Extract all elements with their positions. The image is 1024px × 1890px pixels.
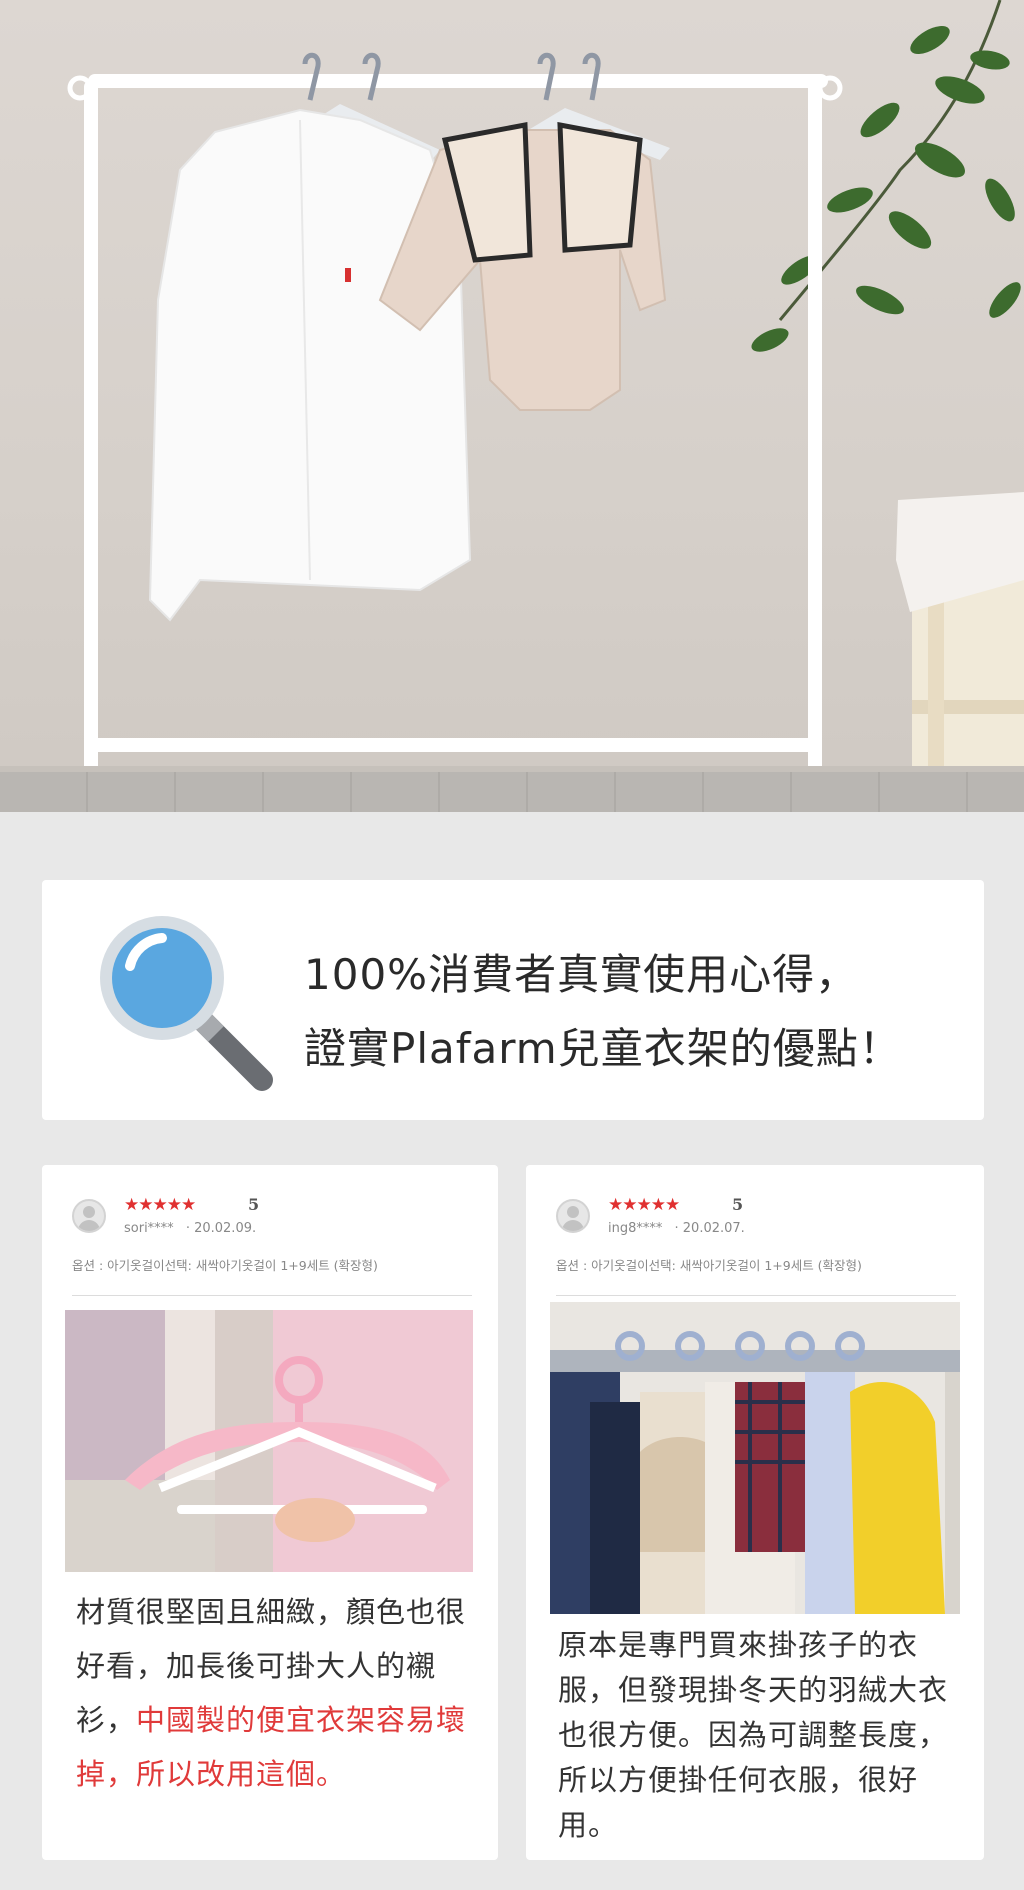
rating-score: 5 [248,1195,260,1214]
review-header: ★★★★★ 5 ing8**** · 20.02.07. 옵션 : 아기옷걸이선… [556,1191,956,1311]
plant [751,0,1021,352]
intro-card: 100%消費者真實使用心得， 證實Plafarm兒童衣架的優點！ [42,880,984,1120]
intro-headline-line1: 100%消費者真實使用心得， [304,950,859,999]
avatar [556,1199,590,1233]
purchase-option: 옵션 : 아기옷걸이선택: 새싹아기옷걸이 1+9세트 (확장형) [72,1258,378,1273]
intro-headline-line2: 證實Plafarm兒童衣架的優點！ [304,1024,902,1073]
review-card: ★★★★★ 5 ing8**** · 20.02.07. 옵션 : 아기옷걸이선… [526,1165,984,1860]
review-date: · 20.02.07. [674,1221,745,1236]
divider [72,1295,472,1296]
avatar [72,1199,106,1233]
white-shirt [148,108,472,622]
review-text: 原本是專門買來掛孩子的衣服，但發現掛冬天的羽絨大衣也很方便。因為可調整長度，所以… [558,1628,949,1842]
review-header: ★★★★★ 5 sori**** · 20.02.09. 옵션 : 아기옷걸이선… [72,1191,472,1311]
closet-photo [550,1302,960,1614]
review-date: · 20.02.09. [185,1221,257,1236]
side-table [896,492,1024,772]
floor [0,772,1024,812]
divider [556,1295,956,1296]
review-photo [550,1302,960,1614]
star-rating: ★★★★★ [124,1195,196,1215]
star-rating: ★★★★★ [608,1195,680,1215]
review-meta: ing8**** · 20.02.07. [608,1221,745,1236]
magnifier-icon [100,916,273,1091]
review-text: 材質很堅固且細緻，顏色也很好看，加長後可掛大人的襯衫，中國製的便宜衣架容易壞掉，… [76,1585,472,1801]
purchase-option: 옵션 : 아기옷걸이선택: 새싹아기옷걸이 1+9세트 (확장형) [556,1258,862,1273]
rating-score: 5 [732,1195,744,1214]
review-meta: sori**** · 20.02.09. [124,1221,256,1236]
review-photo [65,1310,473,1572]
reviewer-name: ing8**** [608,1221,663,1236]
clothing-rack-illustration [67,0,1024,812]
reviewer-name: sori**** [124,1221,174,1236]
intro-headline: 100%消費者真實使用心得， 證實Plafarm兒童衣架的優點！ [304,938,984,1086]
pink-hanger-photo [65,1310,473,1572]
hero-photo [0,0,1024,812]
review-card: ★★★★★ 5 sori**** · 20.02.09. 옵션 : 아기옷걸이선… [42,1165,498,1860]
